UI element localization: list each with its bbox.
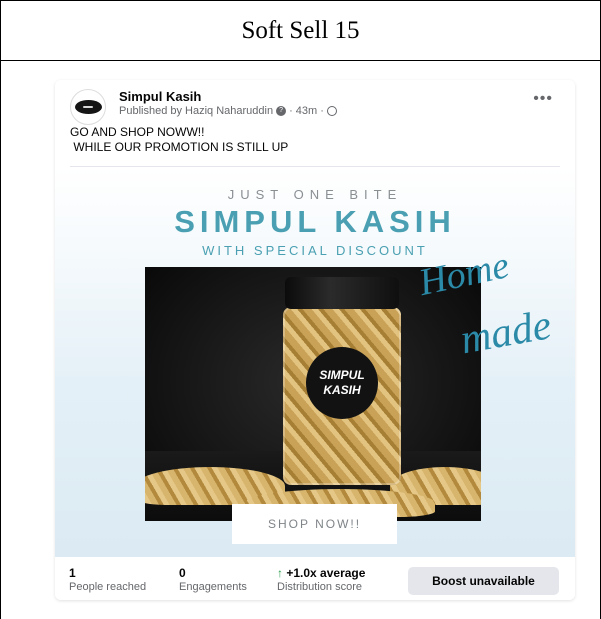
jar-lid [285,277,399,309]
meta-separator: · [289,105,293,117]
distribution-score-stat[interactable]: ↑ +1.0x average Distribution score [277,566,365,594]
page-avatar[interactable] [70,89,106,125]
jar-label-line: KASIH [323,383,361,397]
shop-now-button[interactable]: SHOP NOW!! [232,504,397,544]
jar-label: SIMPUL KASIH [306,347,378,419]
people-reached-stat[interactable]: 1 People reached [69,566,146,594]
post-caption: GO AND SHOP NOWW!! WHILE OUR PROMOTION I… [70,125,288,155]
facebook-post-card: Simpul Kasih Published by Haziq Naharudd… [55,80,575,600]
jar-label-line: SIMPUL [319,368,365,382]
post-insights-bar: 1 People reached 0 Engagements ↑ +1.0x a… [55,557,575,600]
page-name-link[interactable]: Simpul Kasih [119,89,201,104]
distribution-label: Distribution score [277,581,362,593]
caption-line: GO AND SHOP NOWW!! [70,125,205,139]
engagements-stat[interactable]: 0 Engagements [179,566,247,594]
promo-tagline: JUST ONE BITE [227,187,403,202]
people-reached-label: People reached [69,581,147,593]
post-meta: Published by Haziq Naharuddin ? · 43m · [119,105,337,117]
people-reached-value: 1 [69,566,76,580]
globe-icon [326,106,337,116]
engagements-label: Engagements [179,581,247,593]
caption-line: WHILE OUR PROMOTION IS STILL UP [70,140,289,154]
more-horizontal-icon[interactable]: ••• [533,90,553,108]
question-icon[interactable]: ? [276,106,287,116]
product-photo: SIMPUL KASIH [145,267,481,521]
document-title: Soft Sell 15 [241,16,360,44]
avatar-logo-icon [74,100,102,114]
promo-brand: SIMPUL KASIH [174,204,456,239]
product-jar: SIMPUL KASIH [283,277,401,485]
arrow-up-icon: ↑ [277,566,283,580]
boost-button[interactable]: Boost unavailable [408,567,559,595]
distribution-value: +1.0x average [286,566,366,580]
promo-image[interactable]: JUST ONE BITE SIMPUL KASIH WITH SPECIAL … [55,167,575,557]
post-time[interactable]: 43m [296,105,317,117]
title-row: Soft Sell 15 [0,0,601,61]
published-by-text[interactable]: Published by Haziq Naharuddin [119,105,273,117]
engagements-value: 0 [179,566,186,580]
meta-separator: · [320,105,324,117]
